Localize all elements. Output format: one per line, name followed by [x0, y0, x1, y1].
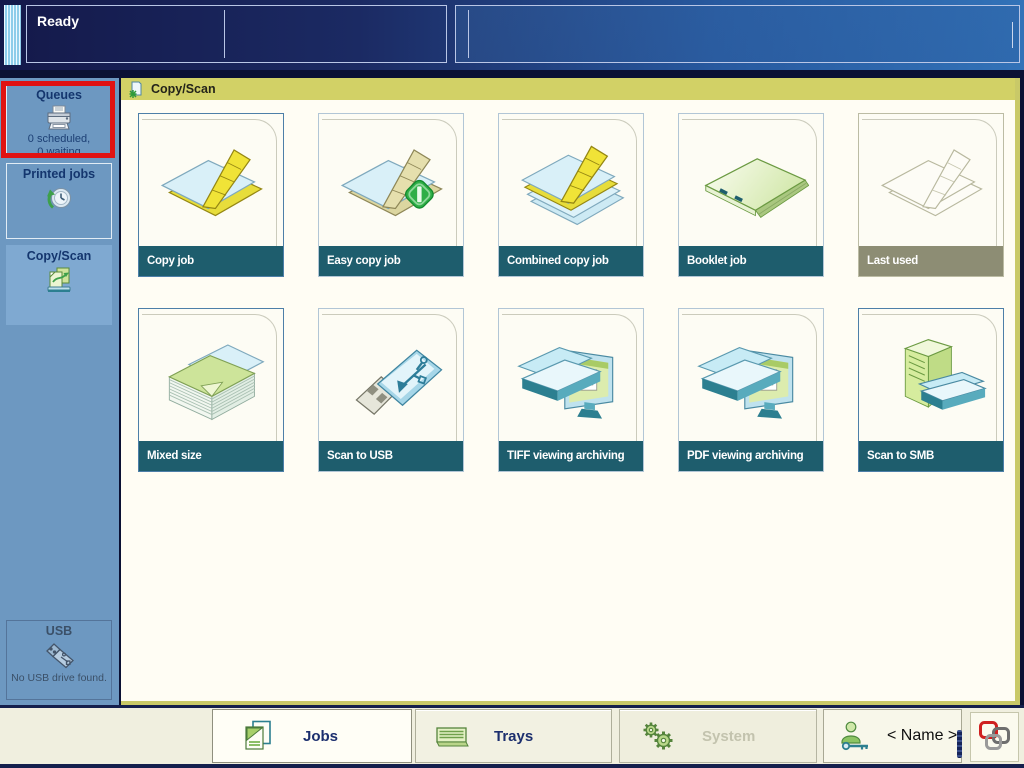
sidebar-item-subtext: 0 waiting	[37, 146, 80, 159]
tile-label: Scan to USB	[319, 441, 463, 471]
bottom-bar: Jobs Trays System < Name >	[0, 705, 1024, 768]
tile-art	[680, 115, 822, 246]
easy-copy-job-icon	[333, 134, 449, 228]
jobs-icon	[241, 720, 277, 752]
usb-stick-outline-icon	[41, 641, 77, 671]
tab-jobs[interactable]: Jobs	[212, 709, 412, 763]
main-panel: Copy/Scan Copy job Easy copy job Combine…	[121, 78, 1020, 705]
tile-label: Mixed size	[139, 441, 283, 471]
tile-label: Scan to SMB	[859, 441, 1003, 471]
tile-mixed-size[interactable]: Mixed size	[138, 308, 284, 472]
tile-art	[860, 310, 1002, 441]
tile-last-used: Last used	[858, 113, 1004, 277]
tile-combined-copy-job[interactable]: Combined copy job	[498, 113, 644, 277]
combined-copy-job-icon	[513, 134, 629, 228]
printer-status-text: Ready	[37, 13, 79, 29]
separator-grip	[957, 730, 962, 758]
tile-copy-job[interactable]: Copy job	[138, 113, 284, 277]
tile-label: TIFF viewing archiving	[499, 441, 643, 471]
tile-label: Last used	[859, 246, 1003, 276]
app-switch-button[interactable]	[970, 712, 1019, 762]
tile-art	[320, 310, 462, 441]
tile-art	[500, 115, 642, 246]
trays-icon	[434, 720, 470, 752]
tile-label: Copy job	[139, 246, 283, 276]
panel-divider	[224, 10, 225, 58]
sidebar-item-subtext: 0 scheduled,	[28, 133, 90, 146]
mixed-size-icon	[153, 329, 269, 423]
tab-label: Jobs	[303, 728, 338, 745]
copy-job-icon	[153, 134, 269, 228]
sidebar-item-copy-scan[interactable]: Copy/Scan	[6, 245, 112, 325]
tile-grid: Copy job Easy copy job Combined copy job…	[121, 100, 1015, 472]
sidebar-item-label: Queues	[36, 85, 82, 102]
tab-system: System	[619, 709, 817, 763]
scan-to-monitor-icon	[693, 329, 809, 423]
tile-art	[320, 115, 462, 246]
tile-scan-to-usb[interactable]: Scan to USB	[318, 308, 464, 472]
printer-status-panel: Ready	[26, 5, 447, 63]
panel-divider	[1012, 22, 1013, 48]
printer-icon	[44, 105, 74, 132]
tile-art	[140, 115, 282, 246]
tile-tiff-viewing-archiving[interactable]: TIFF viewing archiving	[498, 308, 644, 472]
tile-label: Booklet job	[679, 246, 823, 276]
tile-art	[500, 310, 642, 441]
sidebar-item-label: USB	[46, 621, 72, 638]
last-used-icon	[873, 134, 989, 228]
tab-trays[interactable]: Trays	[415, 709, 612, 763]
new-document-icon	[128, 81, 145, 98]
user-name-label: < Name >	[887, 727, 957, 745]
tile-art	[140, 310, 282, 441]
tab-label: System	[702, 728, 755, 745]
tile-art	[860, 115, 1002, 246]
sidebar-item-subtext: No USB drive found.	[11, 672, 107, 685]
history-icon	[43, 184, 75, 213]
tile-art	[680, 310, 822, 441]
sidebar-item-label: Copy/Scan	[27, 246, 92, 263]
sidebar-item-usb: USB No USB drive found.	[6, 620, 112, 700]
tab-label: Trays	[494, 728, 533, 745]
sidebar: Queues 0 scheduled,0 waiting Printed jobs…	[0, 78, 119, 705]
booklet-job-icon	[693, 134, 809, 228]
tile-label: Easy copy job	[319, 246, 463, 276]
scan-to-monitor-icon	[513, 329, 629, 423]
copy-scan-icon	[43, 266, 75, 295]
media-status-panel	[455, 5, 1020, 63]
main-header: Copy/Scan	[121, 78, 1015, 100]
usb-stick-icon	[333, 329, 449, 423]
tile-easy-copy-job[interactable]: Easy copy job	[318, 113, 464, 277]
tile-scan-to-smb[interactable]: Scan to SMB	[858, 308, 1004, 472]
tile-label: Combined copy job	[499, 246, 643, 276]
scan-to-server-icon	[873, 329, 989, 423]
main-header-title: Copy/Scan	[151, 82, 216, 96]
sidebar-item-queues[interactable]: Queues 0 scheduled,0 waiting	[6, 84, 112, 156]
user-login-button[interactable]: < Name >	[823, 709, 962, 763]
tile-label: PDF viewing archiving	[679, 441, 823, 471]
user-key-icon	[838, 720, 874, 752]
stripes-decoration	[4, 5, 21, 65]
overlapping-windows-icon	[976, 719, 1014, 755]
tile-pdf-viewing-archiving[interactable]: PDF viewing archiving	[678, 308, 824, 472]
panel-divider	[468, 10, 469, 58]
sidebar-item-printed-jobs[interactable]: Printed jobs	[6, 163, 112, 239]
system-icon	[640, 720, 676, 752]
tile-booklet-job[interactable]: Booklet job	[678, 113, 824, 277]
top-status-bar: Ready	[0, 0, 1024, 70]
sidebar-item-label: Printed jobs	[23, 164, 95, 181]
